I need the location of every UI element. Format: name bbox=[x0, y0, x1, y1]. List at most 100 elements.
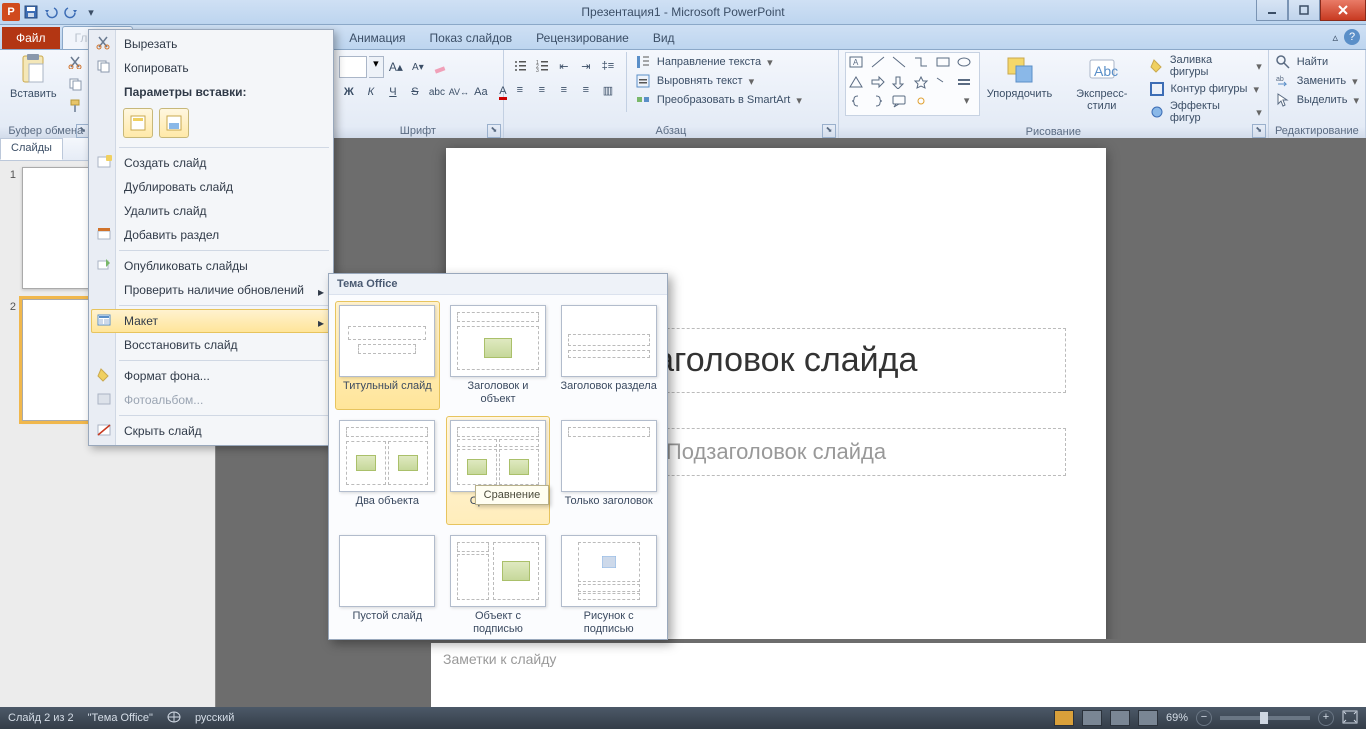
align-left-icon[interactable]: ≡ bbox=[510, 80, 530, 100]
shape-effects-button[interactable]: Эффекты фигур▾ bbox=[1149, 100, 1262, 124]
shape-lbrace-icon[interactable] bbox=[848, 94, 869, 113]
app-icon[interactable]: P bbox=[2, 3, 20, 21]
columns-icon[interactable]: ▥ bbox=[598, 80, 618, 100]
case-icon[interactable]: Aa bbox=[471, 82, 491, 102]
tab-show[interactable]: Показ слайдов bbox=[418, 27, 525, 49]
ribbon-minimize-icon[interactable]: ▵ bbox=[1332, 31, 1338, 44]
layout-picture-caption[interactable]: Рисунок с подписью bbox=[556, 531, 661, 640]
notes-pane[interactable]: Заметки к слайду bbox=[431, 639, 1366, 707]
spacing-icon[interactable]: AV↔ bbox=[449, 82, 469, 102]
ctx-copy[interactable]: Копировать bbox=[91, 56, 331, 80]
ctx-add-section[interactable]: Добавить раздел bbox=[91, 223, 331, 247]
shape-arrow-d-icon[interactable] bbox=[891, 75, 912, 94]
shape-sun-icon[interactable] bbox=[913, 94, 934, 113]
zoom-slider[interactable] bbox=[1220, 716, 1310, 720]
paste-opt-keep[interactable] bbox=[159, 108, 189, 138]
font-launcher-icon[interactable]: ⬊ bbox=[487, 124, 501, 138]
ctx-new-slide[interactable]: Создать слайд bbox=[91, 151, 331, 175]
align-right-icon[interactable]: ≡ bbox=[554, 80, 574, 100]
line-spacing-icon[interactable]: ‡≡ bbox=[598, 56, 618, 76]
layout-title-slide[interactable]: Титульный слайд bbox=[335, 301, 440, 410]
zoom-in-icon[interactable]: + bbox=[1318, 710, 1334, 726]
ctx-layout[interactable]: Макет▸ bbox=[91, 309, 331, 333]
ctx-cut[interactable]: Вырезать bbox=[91, 32, 331, 56]
ctx-hide[interactable]: Скрыть слайд bbox=[91, 419, 331, 443]
paste-button[interactable]: Вставить bbox=[6, 52, 61, 102]
tab-view[interactable]: Вид bbox=[641, 27, 687, 49]
ctx-reset[interactable]: Восстановить слайд bbox=[91, 333, 331, 357]
qat-more-icon[interactable]: ▾ bbox=[82, 3, 100, 21]
shape-textbox-icon[interactable]: A bbox=[848, 55, 869, 74]
copy-icon[interactable] bbox=[65, 74, 85, 94]
tab-file[interactable]: Файл bbox=[2, 27, 60, 49]
increase-indent-icon[interactable]: ⇥ bbox=[576, 56, 596, 76]
shrink-font-icon[interactable]: A▾ bbox=[408, 57, 428, 77]
shape-line2-icon[interactable] bbox=[891, 55, 912, 74]
text-direction-button[interactable]: Направление текста▾ bbox=[635, 54, 802, 70]
tab-anim[interactable]: Анимация bbox=[337, 27, 417, 49]
replace-button[interactable]: abЗаменить▾ bbox=[1275, 73, 1358, 89]
font-size-combo[interactable] bbox=[339, 56, 367, 78]
shape-arrow-r-icon[interactable] bbox=[870, 75, 891, 94]
save-icon[interactable] bbox=[22, 3, 40, 21]
smartart-button[interactable]: Преобразовать в SmartArt▾ bbox=[635, 92, 802, 108]
decrease-indent-icon[interactable]: ⇤ bbox=[554, 56, 574, 76]
view-sorter-icon[interactable] bbox=[1082, 710, 1102, 726]
layout-title-only[interactable]: Только заголовок bbox=[556, 416, 661, 525]
view-reading-icon[interactable] bbox=[1110, 710, 1130, 726]
help-icon[interactable]: ? bbox=[1344, 29, 1360, 45]
shape-oval-icon[interactable] bbox=[956, 55, 977, 74]
layout-two-content[interactable]: Два объекта bbox=[335, 416, 440, 525]
undo-icon[interactable] bbox=[42, 3, 60, 21]
draw-launcher-icon[interactable]: ⬊ bbox=[1252, 124, 1266, 138]
layout-content-caption[interactable]: Объект с подписью bbox=[446, 531, 551, 640]
zoom-out-icon[interactable]: − bbox=[1196, 710, 1212, 726]
shape-triangle-icon[interactable] bbox=[848, 75, 869, 94]
shape-rect-icon[interactable] bbox=[935, 55, 956, 74]
shape-connector-icon[interactable] bbox=[913, 55, 934, 74]
shape-line-icon[interactable] bbox=[870, 55, 891, 74]
shapes-gallery[interactable]: A ▾ bbox=[845, 52, 980, 116]
shape-fill-button[interactable]: Заливка фигуры▾ bbox=[1149, 54, 1262, 78]
shape-rbrace-icon[interactable] bbox=[870, 94, 891, 113]
align-center-icon[interactable]: ≡ bbox=[532, 80, 552, 100]
fit-icon[interactable] bbox=[1342, 710, 1358, 727]
paste-opt-theme[interactable] bbox=[123, 108, 153, 138]
layout-blank[interactable]: Пустой слайд bbox=[335, 531, 440, 640]
redo-icon[interactable] bbox=[62, 3, 80, 21]
italic-icon[interactable]: К bbox=[361, 82, 381, 102]
bullets-icon[interactable] bbox=[510, 56, 530, 76]
ctx-check-updates[interactable]: Проверить наличие обновлений▸ bbox=[91, 278, 331, 302]
grow-font-icon[interactable]: A▴ bbox=[386, 57, 406, 77]
para-launcher-icon[interactable]: ⬊ bbox=[822, 124, 836, 138]
layout-section-header[interactable]: Заголовок раздела bbox=[556, 301, 661, 410]
tab-review[interactable]: Рецензирование bbox=[524, 27, 641, 49]
minimize-button[interactable] bbox=[1256, 0, 1288, 21]
ctx-dup-slide[interactable]: Дублировать слайд bbox=[91, 175, 331, 199]
shape-callout-icon[interactable] bbox=[891, 94, 912, 113]
view-slideshow-icon[interactable] bbox=[1138, 710, 1158, 726]
tab-slides[interactable]: Слайды bbox=[0, 138, 63, 160]
bold-icon[interactable]: Ж bbox=[339, 82, 359, 102]
layout-comparison[interactable]: Сравнение Сравнение bbox=[446, 416, 551, 525]
close-button[interactable] bbox=[1320, 0, 1366, 21]
shapes-more-icon[interactable]: ▾ bbox=[956, 94, 977, 113]
shape-equal-icon[interactable] bbox=[956, 75, 977, 94]
view-normal-icon[interactable] bbox=[1054, 710, 1074, 726]
align-text-button[interactable]: Выровнять текст▾ bbox=[635, 73, 802, 89]
format-painter-icon[interactable] bbox=[65, 96, 85, 116]
shape-outline-button[interactable]: Контур фигуры▾ bbox=[1149, 81, 1262, 97]
maximize-button[interactable] bbox=[1288, 0, 1320, 21]
quick-styles-button[interactable]: Abc Экспресс-стили bbox=[1059, 52, 1144, 114]
find-button[interactable]: Найти bbox=[1275, 54, 1328, 70]
cut-icon[interactable] bbox=[65, 52, 85, 72]
select-button[interactable]: Выделить▾ bbox=[1275, 92, 1359, 108]
shape-star-icon[interactable] bbox=[913, 75, 934, 94]
shadow-icon[interactable]: abc bbox=[427, 82, 447, 102]
strike-icon[interactable]: S bbox=[405, 82, 425, 102]
ctx-del-slide[interactable]: Удалить слайд bbox=[91, 199, 331, 223]
ctx-publish[interactable]: Опубликовать слайды bbox=[91, 254, 331, 278]
layout-title-content[interactable]: Заголовок и объект bbox=[446, 301, 551, 410]
ctx-format-bg[interactable]: Формат фона... bbox=[91, 364, 331, 388]
shape-chevron-icon[interactable] bbox=[935, 75, 956, 94]
